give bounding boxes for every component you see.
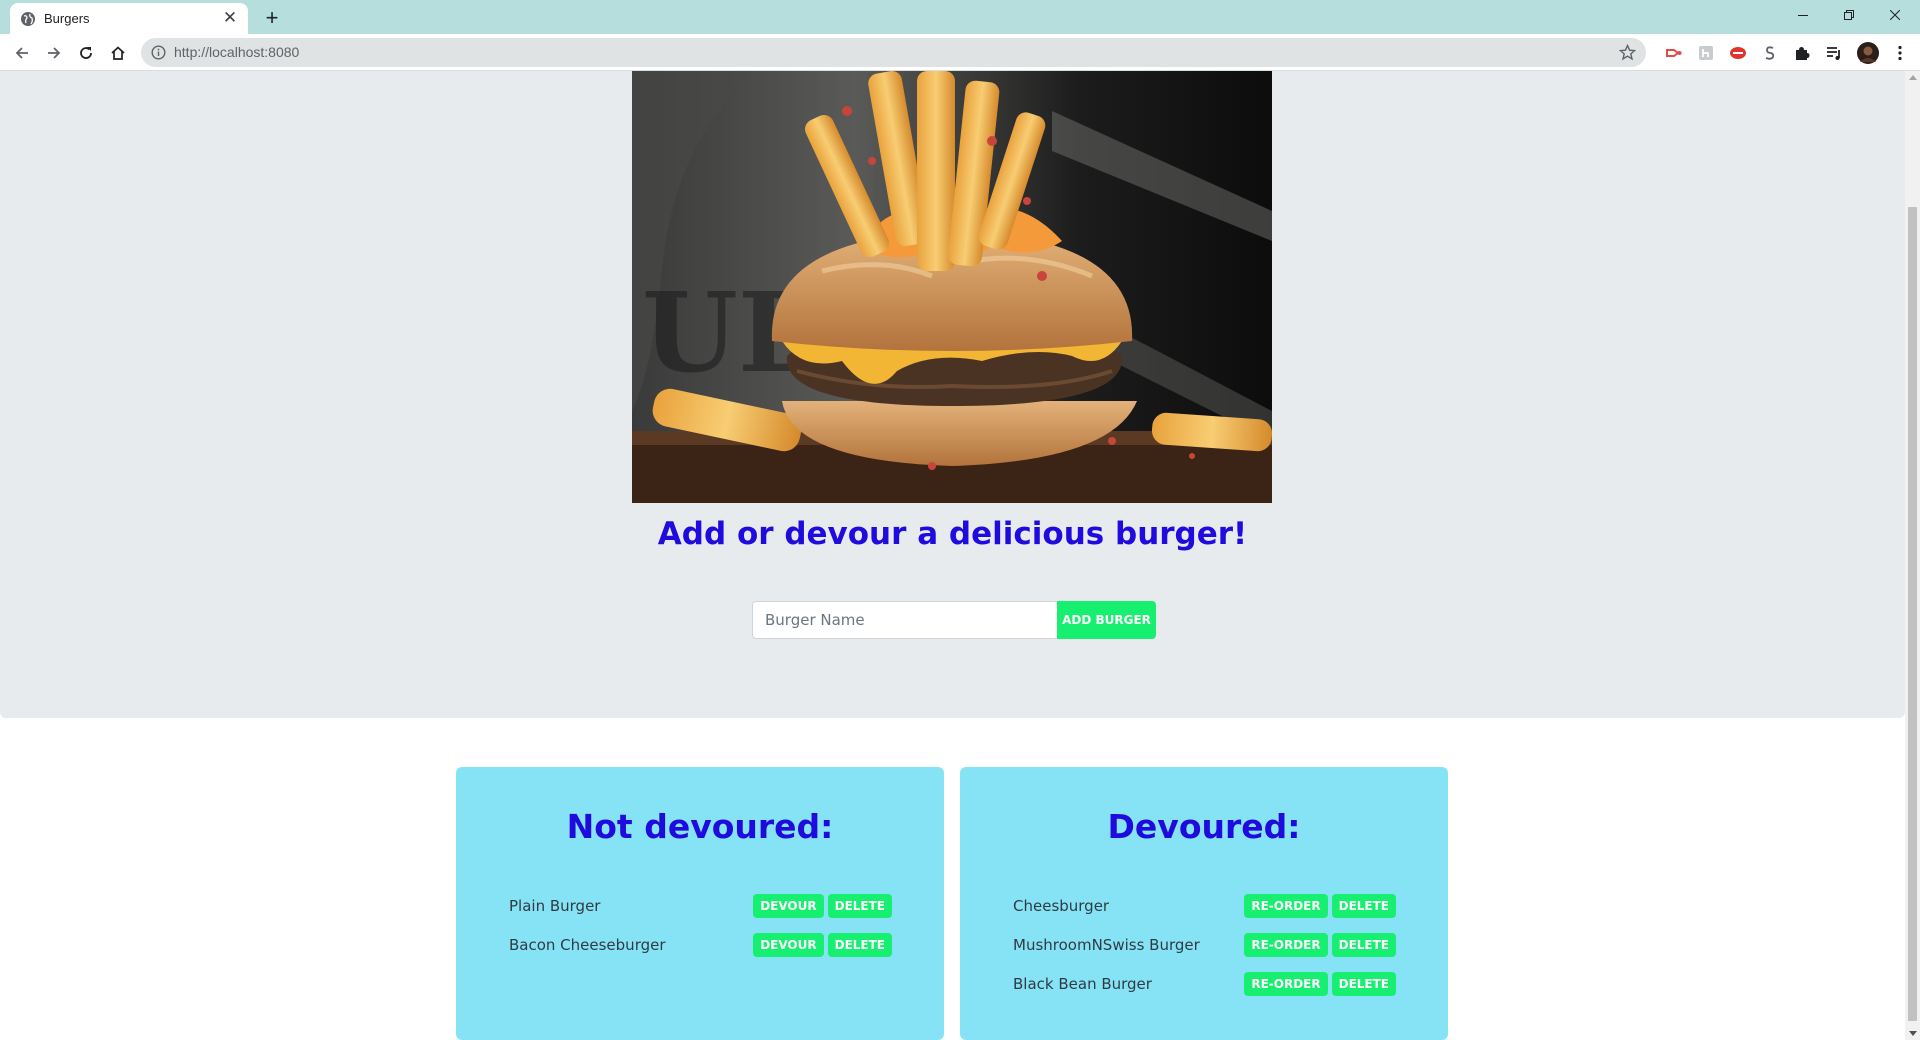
browser-tab[interactable]: Burgers ✕: [10, 3, 248, 34]
browser-toolbar: http://localhost:8080: [0, 34, 1920, 71]
burger-hero-image: UERT: [632, 71, 1272, 503]
reorder-button[interactable]: RE-ORDER: [1244, 894, 1328, 918]
url-host: http://localhost:: [174, 44, 269, 60]
profile-avatar[interactable]: [1857, 42, 1879, 64]
item-actions: RE-ORDER DELETE: [1244, 894, 1396, 918]
burger-name: MushroomNSwiss Burger: [1013, 936, 1200, 954]
not-devoured-card: Not devoured: Plain Burger DEVOUR DELETE…: [456, 767, 944, 1040]
item-actions: DEVOUR DELETE: [753, 894, 892, 918]
add-burger-form: ADD BURGER: [752, 601, 1156, 639]
url-port: 8080: [268, 44, 300, 60]
item-actions: DEVOUR DELETE: [753, 933, 892, 957]
burger-name: Plain Burger: [509, 897, 601, 915]
browser-tabstrip: Burgers ✕ +: [0, 0, 1920, 34]
reload-icon[interactable]: [72, 39, 100, 67]
globe-icon: [21, 12, 35, 26]
not-devoured-title: Not devoured:: [566, 807, 834, 846]
back-arrow-icon[interactable]: [8, 39, 36, 67]
add-burger-button[interactable]: ADD BURGER: [1057, 601, 1156, 639]
address-bar[interactable]: http://localhost:8080: [141, 38, 1646, 67]
reorder-button[interactable]: RE-ORDER: [1244, 933, 1328, 957]
list-item: Bacon Cheeseburger DEVOUR DELETE: [509, 933, 892, 959]
burger-name: Cheesburger: [1013, 897, 1110, 915]
plus-icon[interactable]: +: [258, 4, 286, 32]
burger-name: Black Bean Burger: [1013, 975, 1152, 993]
list-item: MushroomNSwiss Burger RE-ORDER DELETE: [1013, 933, 1396, 959]
item-actions: RE-ORDER DELETE: [1244, 972, 1396, 996]
restore-icon[interactable]: [1826, 0, 1872, 30]
jumbotron: UERT: [0, 71, 1905, 718]
burger-name-input[interactable]: [752, 601, 1057, 639]
close-icon[interactable]: ✕: [220, 8, 240, 28]
burger-name: Bacon Cheeseburger: [509, 936, 666, 954]
list-item: Plain Burger DEVOUR DELETE: [509, 894, 892, 920]
extension-icon[interactable]: [1697, 44, 1715, 62]
devour-button[interactable]: DEVOUR: [753, 894, 824, 918]
delete-button[interactable]: DELETE: [1331, 933, 1396, 957]
devoured-title: Devoured:: [1107, 807, 1301, 846]
devoured-card: Devoured: Cheesburger RE-ORDER DELETE Mu…: [960, 767, 1448, 1040]
minimize-icon[interactable]: [1780, 0, 1826, 30]
tab-title: Burgers: [44, 11, 90, 26]
list-item: Black Bean Burger RE-ORDER DELETE: [1013, 972, 1396, 998]
puzzle-icon[interactable]: [1793, 44, 1811, 62]
list-item: Cheesburger RE-ORDER DELETE: [1013, 894, 1396, 920]
item-actions: RE-ORDER DELETE: [1244, 933, 1396, 957]
star-icon[interactable]: [1619, 44, 1636, 61]
page-scrollbar[interactable]: [1905, 71, 1920, 1040]
scrollbar-thumb[interactable]: [1908, 207, 1917, 1021]
extension-icon[interactable]: [1761, 44, 1779, 62]
delete-button[interactable]: DELETE: [827, 894, 892, 918]
window-close-icon[interactable]: [1872, 0, 1918, 30]
delete-button[interactable]: DELETE: [1331, 894, 1396, 918]
url-text: http://localhost:8080: [174, 44, 299, 60]
extension-icon[interactable]: [1665, 44, 1683, 62]
info-icon[interactable]: [151, 45, 166, 60]
playlist-icon[interactable]: [1825, 44, 1843, 62]
scroll-up-arrow-icon[interactable]: [1909, 75, 1917, 80]
forward-arrow-icon[interactable]: [40, 39, 68, 67]
reorder-button[interactable]: RE-ORDER: [1244, 972, 1328, 996]
delete-button[interactable]: DELETE: [827, 933, 892, 957]
home-icon[interactable]: [104, 39, 132, 67]
devour-button[interactable]: DEVOUR: [753, 933, 824, 957]
extension-icon[interactable]: [1729, 44, 1747, 62]
page-headline: Add or devour a delicious burger!: [657, 516, 1248, 552]
kebab-menu-icon[interactable]: [1891, 44, 1909, 62]
page-viewport: UERT: [0, 71, 1905, 1040]
scroll-down-arrow-icon[interactable]: [1909, 1031, 1917, 1036]
delete-button[interactable]: DELETE: [1331, 972, 1396, 996]
